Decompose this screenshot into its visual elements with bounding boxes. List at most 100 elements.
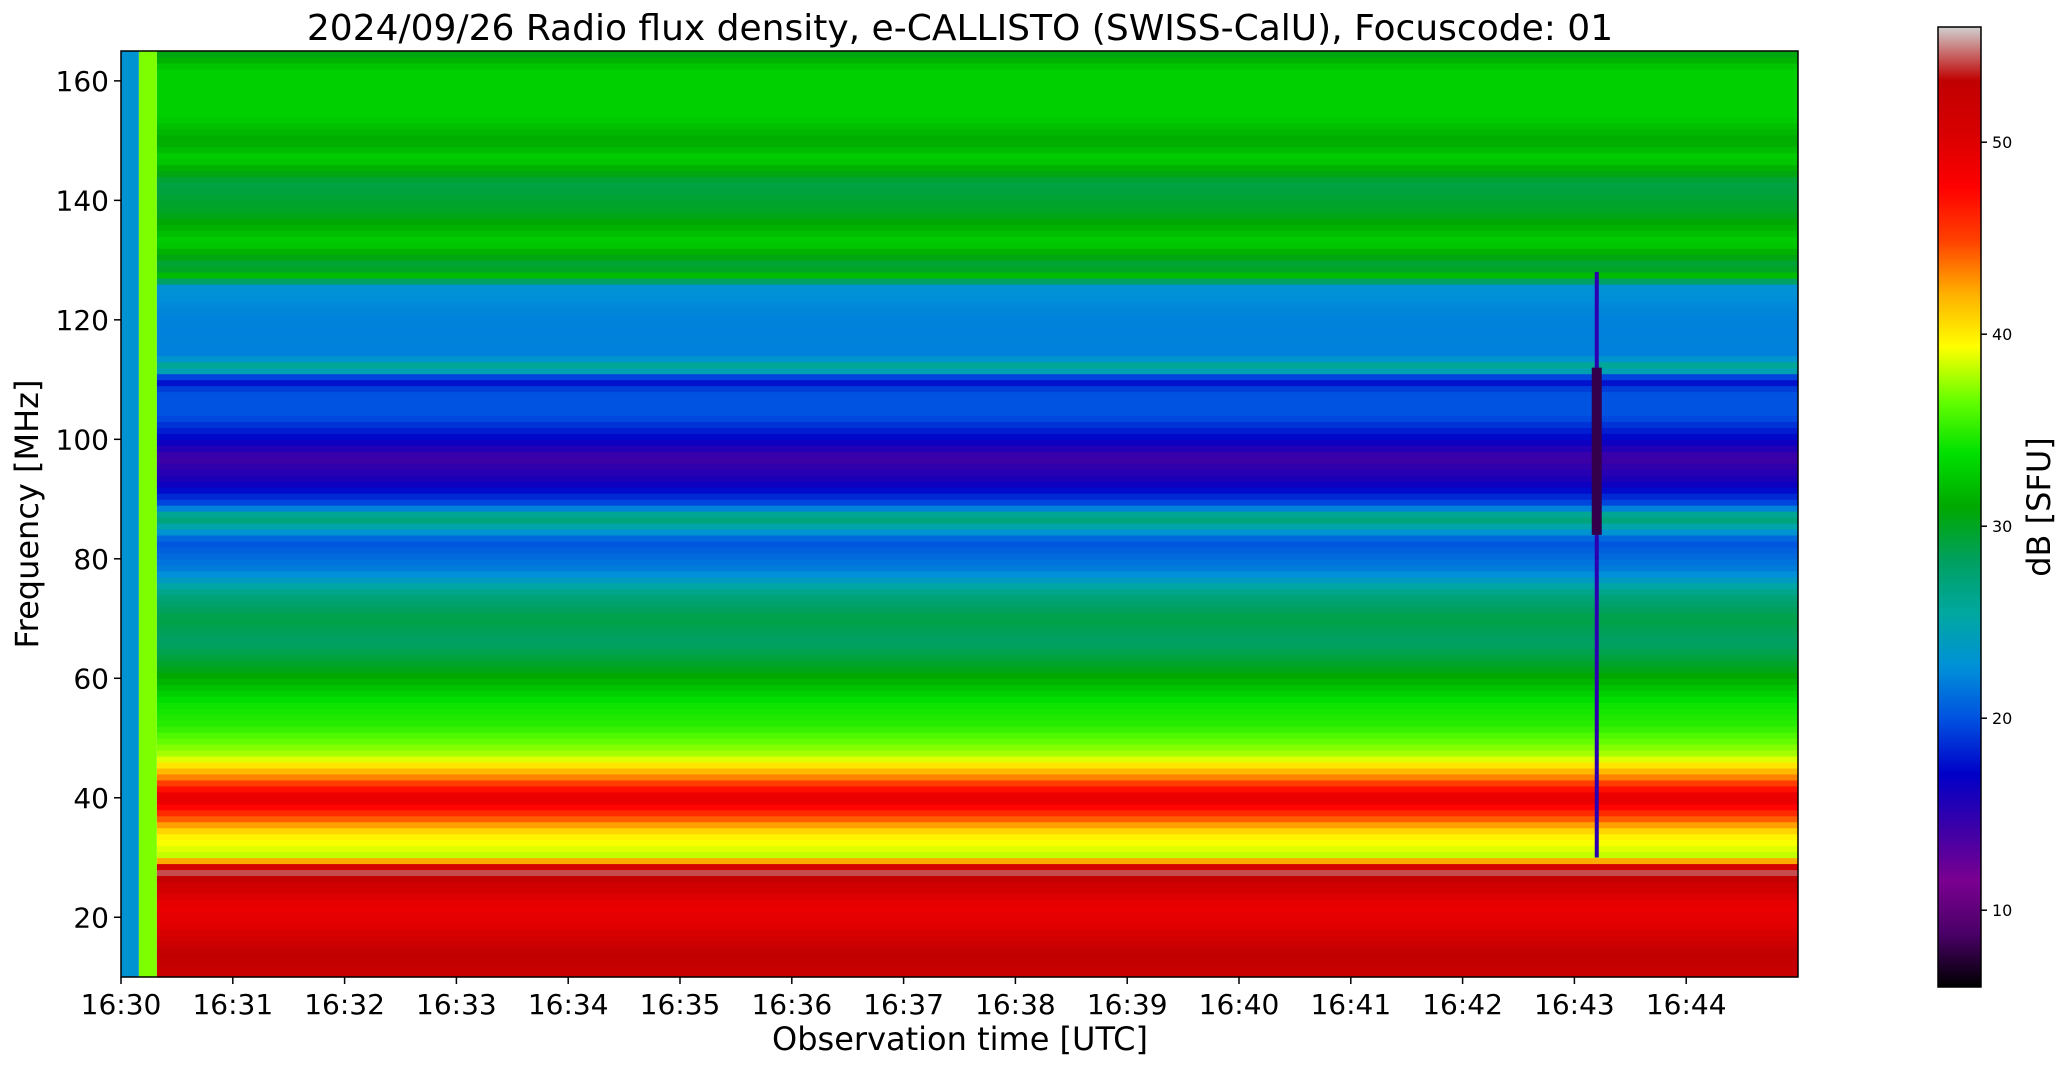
spectrum-band — [156, 122, 1798, 130]
spectrum-band — [156, 200, 1798, 207]
spectrum-band — [156, 821, 1798, 829]
spectrum-band — [156, 295, 1798, 303]
spectrum-band — [156, 272, 1798, 279]
spectrum-band — [156, 917, 1798, 924]
spectrum-band — [156, 62, 1798, 70]
spectrum-band — [156, 152, 1798, 160]
spectrum-band — [156, 570, 1798, 578]
spectrum-band — [156, 56, 1798, 64]
spectrum-band — [156, 594, 1798, 602]
spectrum-band — [156, 965, 1798, 972]
spectrum-band — [156, 433, 1798, 440]
spectrum-band — [156, 391, 1798, 399]
spectrum-band — [156, 170, 1798, 178]
spectrum-band — [156, 911, 1798, 918]
spectrum-band — [156, 283, 1798, 291]
spectrum-band — [156, 702, 1798, 709]
spectrum-band — [156, 505, 1798, 512]
spectrum-band — [156, 803, 1798, 811]
spectrum-band — [156, 206, 1798, 213]
spectrum-band — [156, 606, 1798, 614]
spectrum-band — [156, 182, 1798, 189]
spectrum-band — [156, 307, 1798, 315]
spectrum-band — [156, 929, 1798, 936]
spectrum-band — [156, 385, 1798, 393]
x-tick-label: 16:38 — [975, 988, 1056, 1021]
spectrum-band — [156, 654, 1798, 661]
spectrum-band — [156, 797, 1798, 805]
spectrum-band — [156, 92, 1798, 100]
spectrum-band — [156, 51, 1798, 58]
spectrum-band — [156, 457, 1798, 464]
spectrum-band — [156, 564, 1798, 572]
spectrum-band — [156, 630, 1798, 638]
spectrum-band — [156, 714, 1798, 721]
spectrum-band — [156, 875, 1798, 883]
spectrum-band — [156, 923, 1798, 930]
chart-title: 2024/09/26 Radio flux density, e-CALLIST… — [307, 8, 1613, 49]
spectrum-band — [156, 68, 1798, 76]
spectrum-band — [156, 104, 1798, 112]
spectrum-band — [156, 809, 1798, 817]
spectrum-band — [156, 248, 1798, 255]
spectrum-band — [156, 767, 1798, 775]
spectrum-band — [156, 534, 1798, 542]
spectrum-band — [156, 899, 1798, 906]
spectrum-band — [156, 636, 1798, 644]
x-tick-label: 16:30 — [81, 988, 162, 1021]
x-tick-label: 16:31 — [192, 988, 273, 1021]
plot-area — [121, 51, 1798, 978]
spectrum-band — [156, 522, 1798, 530]
y-tick-label: 40 — [73, 782, 109, 815]
spectrum-band — [156, 80, 1798, 88]
spectrum-band — [156, 773, 1798, 781]
y-tick-label: 60 — [73, 662, 109, 695]
spectrum-band — [156, 576, 1798, 584]
spectrum-band — [156, 301, 1798, 309]
spectrum-band — [156, 343, 1798, 351]
x-tick-label: 16:44 — [1646, 988, 1727, 1021]
spectrum-band — [156, 475, 1798, 482]
spectrum-band — [156, 355, 1798, 363]
spectrum-band — [156, 558, 1798, 566]
spectrum-band — [156, 224, 1798, 231]
y-tick-label: 120 — [56, 304, 109, 337]
spectrum-band — [156, 516, 1798, 524]
spectrum-band — [156, 487, 1798, 494]
x-tick-label: 16:39 — [1087, 988, 1168, 1021]
colorbar-tick-label: 20 — [1992, 709, 2012, 728]
burst-column — [1594, 272, 1599, 858]
burst-core — [1591, 367, 1602, 535]
spectrum-band — [156, 242, 1798, 249]
x-tick-label: 16:35 — [640, 988, 721, 1021]
spectrum-band — [156, 439, 1798, 446]
colorbar — [1937, 26, 1982, 988]
spectrum-band — [156, 403, 1798, 411]
spectrum-band — [156, 953, 1798, 960]
spectrum-band — [156, 833, 1798, 841]
spectrum-band — [156, 337, 1798, 345]
spectrum-band — [156, 959, 1798, 966]
x-tick-label: 16:42 — [1422, 988, 1503, 1021]
spectrum-band — [156, 427, 1798, 434]
spectrum-band — [156, 755, 1798, 763]
x-tick-label: 16:43 — [1534, 988, 1615, 1021]
spectrum-band — [156, 618, 1798, 626]
spectrum-band — [156, 827, 1798, 835]
spectrum-band — [156, 624, 1798, 632]
spectrum-band — [156, 738, 1798, 745]
spectrum-band — [156, 791, 1798, 799]
spectrum-band — [156, 863, 1798, 871]
spectrum-band — [156, 415, 1798, 422]
spectrum-band — [156, 708, 1798, 715]
colorbar-tick-label: 40 — [1992, 325, 2012, 344]
spectrum-band — [156, 313, 1798, 321]
spectrum-band — [156, 230, 1798, 237]
spectrum-band — [156, 331, 1798, 339]
spectrum-band — [156, 499, 1798, 506]
spectrum-band — [156, 289, 1798, 297]
spectrum-band — [156, 732, 1798, 739]
spectrum-band — [156, 552, 1798, 560]
spectrum-band — [156, 266, 1798, 273]
spectrum-band — [156, 254, 1798, 261]
